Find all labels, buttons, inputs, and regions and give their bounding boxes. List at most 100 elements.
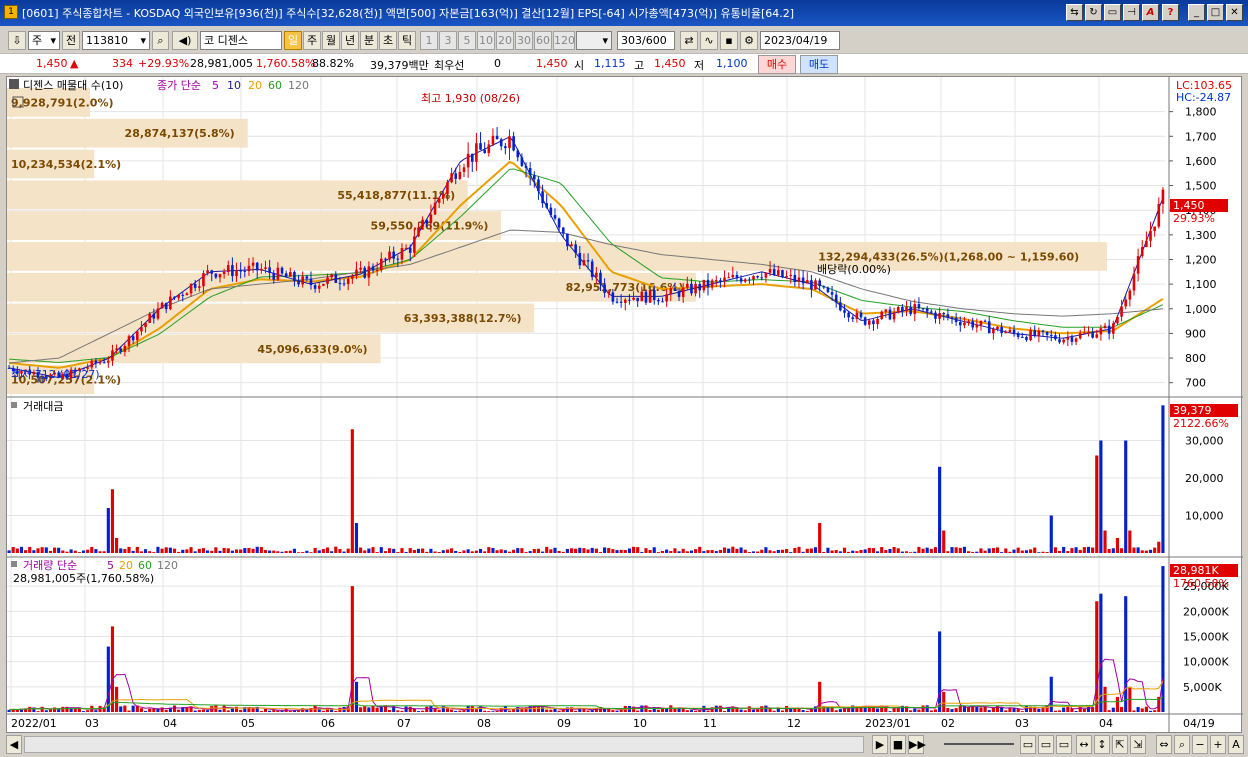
tool-button-2[interactable]: ▭ — [1038, 735, 1054, 754]
scroll-left-button[interactable]: ◀ — [6, 735, 22, 754]
period-tab[interactable]: 틱 — [398, 31, 416, 50]
candle-body — [714, 280, 718, 282]
amount-bar — [425, 551, 429, 553]
amount-bar — [40, 547, 44, 553]
period-tab[interactable]: 초 — [379, 31, 397, 50]
volume-y-tick-label: 10,000K — [1183, 656, 1229, 669]
close-button[interactable]: ✕ — [1226, 4, 1243, 21]
candle-body — [913, 304, 917, 315]
tool-button-3[interactable]: ▭ — [1056, 735, 1072, 754]
tool-button-8[interactable]: ⇔ — [1156, 735, 1172, 754]
save-button[interactable]: ▪ — [720, 31, 738, 50]
interval-button[interactable]: 1 — [420, 31, 438, 50]
stock-name-field[interactable]: 코 디젠스 — [200, 31, 282, 50]
candle-body — [177, 294, 180, 298]
period-tab[interactable]: 년 — [341, 31, 359, 50]
font-button[interactable]: A — [1142, 4, 1159, 21]
amount-bar — [437, 551, 441, 553]
draw-button[interactable]: ∿ — [700, 31, 718, 50]
date-field[interactable]: 2023/04/19▦ — [760, 31, 840, 50]
sound-button[interactable]: ◀) — [172, 31, 198, 50]
interval-button[interactable]: 5 — [458, 31, 476, 50]
tool-button-5[interactable]: ↕ — [1094, 735, 1110, 754]
interval-button[interactable]: 20 — [496, 31, 514, 50]
zoom-slider[interactable] — [944, 743, 1014, 745]
tool-button-7[interactable]: ⇲ — [1130, 735, 1146, 754]
period-tab[interactable]: 주 — [303, 31, 321, 50]
volume-bar — [603, 709, 607, 712]
font-size-button[interactable]: A — [1228, 735, 1244, 754]
sell-button[interactable]: 매도 — [800, 55, 838, 74]
amount-bar — [549, 549, 553, 553]
interval-select[interactable]: ▾ — [576, 31, 612, 50]
help-button[interactable]: ? — [1162, 4, 1179, 21]
volume-bar — [698, 710, 702, 712]
tool-button-6[interactable]: ⇱ — [1112, 735, 1128, 754]
amount-bar — [404, 551, 408, 553]
bookmark-button[interactable]: ⇩ — [8, 31, 26, 50]
interval-button[interactable]: 120 — [553, 31, 575, 50]
count-field[interactable]: 303/600 — [617, 31, 675, 50]
search-button[interactable]: ⌕ — [152, 31, 169, 50]
interval-button[interactable]: 60 — [534, 31, 552, 50]
period-tab[interactable]: 월 — [322, 31, 340, 50]
chart-area[interactable]: 9,928,791(2.0%) 28,874,137(5.8%) 10,234,53… — [6, 76, 1243, 734]
amount-bar — [127, 546, 131, 553]
candle-body — [867, 320, 871, 325]
link-button[interactable]: ⇆ — [1066, 4, 1083, 21]
gear-icon: ⚙ — [744, 34, 754, 47]
period-tab[interactable]: 분 — [360, 31, 378, 50]
tool-button-1[interactable]: ▭ — [1020, 735, 1036, 754]
amount-bar — [809, 548, 813, 553]
period-select[interactable]: 주 ▾ — [28, 31, 60, 50]
refresh-button[interactable]: ↻ — [1085, 4, 1102, 21]
maximize-button[interactable]: □ — [1207, 4, 1224, 21]
amount-bar — [917, 546, 921, 553]
candle-body — [450, 173, 453, 183]
candle-body — [537, 179, 540, 192]
amount-bar — [367, 548, 371, 553]
candle-body — [462, 167, 466, 172]
panel-icon[interactable] — [9, 79, 19, 89]
candle-body — [950, 317, 954, 319]
settings-button[interactable]: ⚙ — [740, 31, 758, 50]
play-button[interactable]: ▶ — [872, 735, 888, 754]
vol-ma120-legend: 120 — [157, 559, 178, 572]
minimize-button[interactable]: _ — [1188, 4, 1205, 21]
volume-bar — [421, 710, 425, 712]
volume-bar — [979, 707, 983, 712]
buy-button[interactable]: 매수 — [758, 55, 796, 74]
volume-bar — [445, 708, 450, 712]
pin-button[interactable]: ⊣ — [1123, 4, 1140, 21]
period-tab[interactable]: 일 — [284, 31, 302, 50]
volume-legend: 거래량 단순 — [23, 559, 77, 572]
candle-body — [1112, 323, 1115, 334]
plus-button[interactable]: + — [1210, 735, 1226, 754]
compare-button[interactable]: ⇄ — [680, 31, 698, 50]
amount-bar — [325, 547, 330, 553]
horizontal-scrollbar[interactable] — [24, 736, 864, 753]
volume-bar — [321, 710, 325, 712]
amount-bar — [487, 547, 491, 553]
zoom-out-button[interactable]: ⌕ — [1174, 735, 1190, 754]
candle-body — [1029, 330, 1032, 340]
window-button[interactable]: ▭ — [1104, 4, 1121, 21]
amount-bar — [739, 547, 743, 553]
amount-bar — [350, 429, 354, 553]
chart-svg[interactable]: 9,928,791(2.0%) 28,874,137(5.8%) 10,234,53… — [7, 77, 1243, 734]
interval-button[interactable]: 3 — [439, 31, 457, 50]
interval-button[interactable]: 30 — [515, 31, 533, 50]
amount-bar — [177, 551, 181, 553]
minus-button[interactable]: − — [1192, 735, 1208, 754]
candle-body — [144, 322, 147, 328]
stop-button[interactable]: ■ — [890, 735, 906, 754]
tool-button-4[interactable]: ↔ — [1076, 735, 1092, 754]
fast-forward-button[interactable]: ▶▶ — [908, 735, 926, 754]
amount-bar — [586, 549, 590, 553]
volume-bar — [1053, 710, 1057, 712]
code-input[interactable]: 113810 ▾ — [82, 31, 150, 50]
candle-body — [413, 236, 416, 253]
prev-button[interactable]: 전 — [62, 31, 80, 50]
refresh-icon: ↻ — [1089, 7, 1098, 18]
interval-button[interactable]: 10 — [477, 31, 495, 50]
